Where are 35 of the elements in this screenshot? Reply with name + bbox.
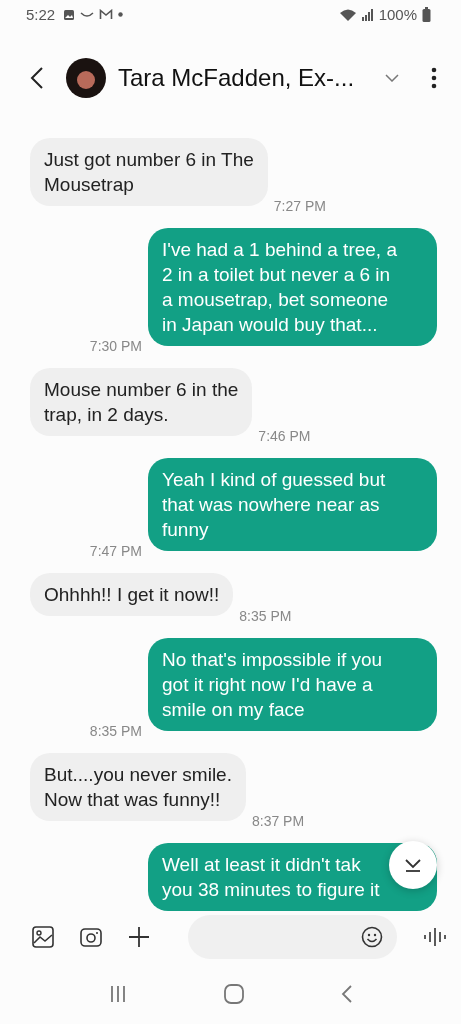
battery-icon <box>422 7 431 23</box>
message-time: 8:35 PM <box>89 723 142 740</box>
home-icon[interactable] <box>223 983 244 1004</box>
recent-apps-icon[interactable] <box>108 984 127 1003</box>
gallery-icon[interactable] <box>32 926 54 949</box>
message-time: 7:30 PM <box>89 338 142 355</box>
received-message[interactable]: But....you never smile. Now that was funny!! <box>30 753 246 822</box>
received-message[interactable]: Ohhhh!! I get it now!! <box>30 573 234 617</box>
status-time: 5:22 <box>26 6 56 24</box>
dot-icon <box>118 12 124 18</box>
emoji-icon[interactable] <box>361 926 383 949</box>
message-time: 7:47 PM <box>89 543 142 560</box>
contact-name[interactable]: Tara McFadden, Ex-... <box>118 63 373 92</box>
mail-icon <box>99 9 114 21</box>
chevron-down-icon[interactable] <box>385 73 399 82</box>
back-icon[interactable] <box>30 65 44 90</box>
more-options-icon[interactable] <box>431 66 437 89</box>
message-time: 7:46 PM <box>258 428 311 445</box>
message-input-field[interactable] <box>188 915 397 960</box>
message-time: 8:37 PM <box>251 813 305 830</box>
back-nav-icon[interactable] <box>340 983 353 1004</box>
wave-icon <box>80 10 95 19</box>
voice-icon[interactable] <box>423 926 447 949</box>
message-time: 8:35 PM <box>239 608 292 625</box>
signal-icon <box>361 8 374 21</box>
camera-icon[interactable] <box>80 927 102 948</box>
gallery-icon <box>63 8 76 21</box>
message-time: 7:27 PM <box>273 198 326 215</box>
battery-percent: 100% <box>378 6 417 24</box>
received-message[interactable]: Mouse number 6 in the trap, in 2 days. <box>30 368 253 437</box>
received-message[interactable]: Just got number 6 in The Mousetrap <box>30 138 268 207</box>
wifi-icon <box>338 7 357 22</box>
plus-icon[interactable] <box>128 926 150 949</box>
avatar[interactable] <box>66 57 106 98</box>
chevron-down-icon <box>404 858 422 872</box>
